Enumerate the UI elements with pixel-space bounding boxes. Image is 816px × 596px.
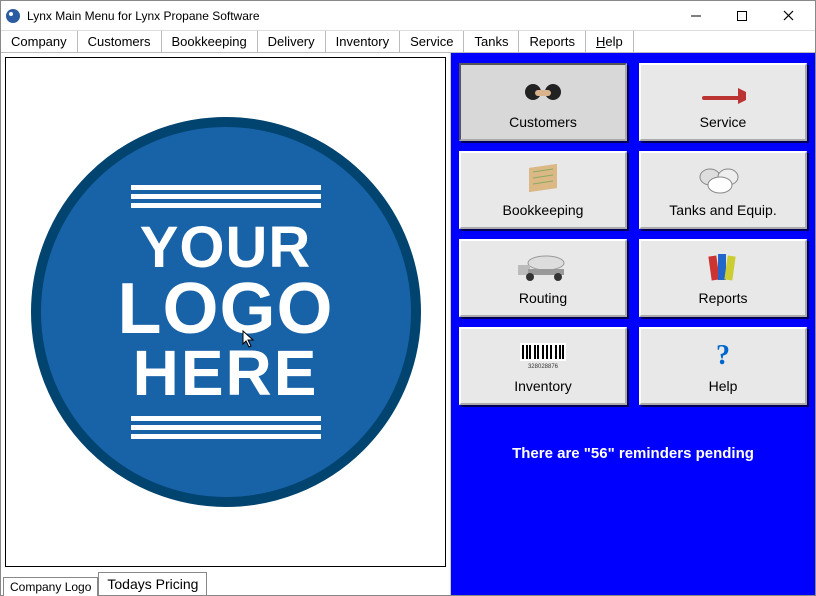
question-icon: ? — [716, 338, 730, 374]
tanks-button[interactable]: Tanks and Equip. — [639, 151, 807, 229]
inventory-label: Inventory — [514, 378, 572, 394]
svg-text:328028876: 328028876 — [528, 364, 559, 369]
left-pane: YOUR LOGO HERE Company Logo Todays Prici… — [1, 53, 451, 595]
menu-reports[interactable]: Reports — [519, 31, 586, 52]
tanks-icon — [698, 162, 748, 198]
inventory-button[interactable]: 328028876 Inventory — [459, 327, 627, 405]
reports-label: Reports — [698, 290, 747, 306]
button-grid: Customers Service Bookkeeping — [459, 63, 807, 405]
books-icon — [706, 250, 740, 286]
menu-tanks[interactable]: Tanks — [464, 31, 519, 52]
close-button[interactable] — [765, 2, 811, 30]
menu-customers[interactable]: Customers — [78, 31, 162, 52]
main-window: Lynx Main Menu for Lynx Propane Software… — [0, 0, 816, 596]
help-label: Help — [709, 378, 738, 394]
logo-placeholder: YOUR LOGO HERE — [31, 117, 421, 507]
menu-bookkeeping[interactable]: Bookkeeping — [162, 31, 258, 52]
maximize-button[interactable] — [719, 2, 765, 30]
window-title: Lynx Main Menu for Lynx Propane Software — [27, 9, 673, 23]
menu-help[interactable]: Help — [586, 31, 634, 52]
help-button[interactable]: ? Help — [639, 327, 807, 405]
ledger-icon — [525, 162, 561, 198]
customers-button[interactable]: Customers — [459, 63, 627, 141]
tabs: Company Logo Todays Pricing — [1, 571, 450, 595]
tab-todays-pricing[interactable]: Todays Pricing — [98, 572, 207, 595]
logo-text-2: LOGO — [118, 275, 334, 343]
menu-delivery[interactable]: Delivery — [258, 31, 326, 52]
reminder-status: There are "56" reminders pending — [459, 445, 807, 462]
tanks-label: Tanks and Equip. — [669, 202, 776, 218]
right-pane: Customers Service Bookkeeping — [451, 53, 815, 595]
window-controls — [673, 2, 811, 30]
minimize-button[interactable] — [673, 2, 719, 30]
logo-text-3: HERE — [118, 343, 334, 404]
truck-icon — [516, 250, 570, 286]
menubar: Company Customers Bookkeeping Delivery I… — [1, 31, 815, 53]
wrench-icon — [698, 74, 748, 110]
bookkeeping-label: Bookkeeping — [503, 202, 584, 218]
tab-company-logo[interactable]: Company Logo — [3, 577, 98, 596]
barcode-icon: 328028876 — [520, 338, 566, 374]
menu-service[interactable]: Service — [400, 31, 464, 52]
service-label: Service — [700, 114, 747, 130]
titlebar: Lynx Main Menu for Lynx Propane Software — [1, 1, 815, 31]
reports-button[interactable]: Reports — [639, 239, 807, 317]
menu-inventory[interactable]: Inventory — [326, 31, 400, 52]
content-area: YOUR LOGO HERE Company Logo Todays Prici… — [1, 53, 815, 595]
customers-label: Customers — [509, 114, 577, 130]
bookkeeping-button[interactable]: Bookkeeping — [459, 151, 627, 229]
logo-frame: YOUR LOGO HERE — [5, 57, 446, 567]
routing-button[interactable]: Routing — [459, 239, 627, 317]
handshake-icon — [521, 74, 565, 110]
logo-text-1: YOUR — [118, 220, 334, 275]
service-button[interactable]: Service — [639, 63, 807, 141]
menu-company[interactable]: Company — [1, 31, 78, 52]
app-icon — [5, 8, 21, 24]
routing-label: Routing — [519, 290, 567, 306]
